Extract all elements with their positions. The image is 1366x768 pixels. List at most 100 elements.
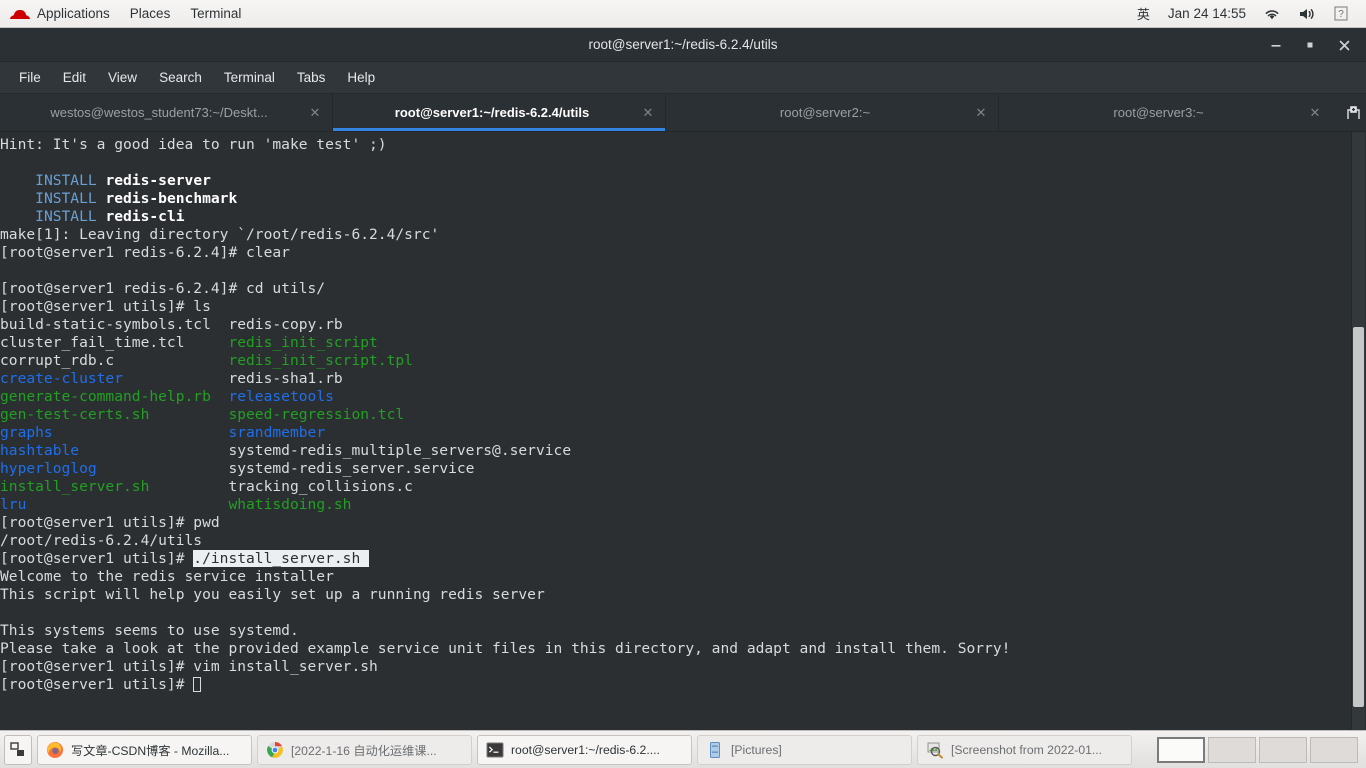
terminal-text-span: hyperloglog [0,460,97,477]
tab-close-icon[interactable]: ✕ [635,105,661,121]
taskbar-item-chrome[interactable]: [2022-1-16 自动化运维课... [257,734,472,765]
input-method-label: 英 [1136,7,1150,22]
taskbar-item-terminal[interactable]: root@server1:~/redis-6.2.... [477,734,692,765]
tab-close-icon[interactable]: ✕ [1302,105,1328,121]
terminal-line: [root@server1 utils]# ./install_server.s… [0,550,1340,568]
terminal-text-span: systemd-redis_multiple_servers@.service [79,442,572,459]
tab-server3[interactable]: root@server3:~ ✕ [999,94,1332,131]
tab-label: westos@westos_student73:~/Deskt... [50,105,268,120]
bottom-taskbar: 写文章-CSDN博客 - Mozilla... [2022-1-16 自动化运维… [0,730,1366,768]
minimize-button[interactable] [1260,31,1292,59]
terminal-line: Hint: It's a good idea to run 'make test… [0,136,1340,154]
places-menu[interactable]: Places [120,0,181,27]
show-desktop-icon[interactable] [4,734,32,765]
new-tab-icon[interactable] [1340,100,1366,126]
input-method-indicator[interactable]: 英 [1129,4,1158,23]
window-title: root@server1:~/redis-6.2.4/utils [588,37,778,52]
menu-view[interactable]: View [97,66,148,89]
tab-label: root@server3:~ [1113,105,1204,120]
tab-server2[interactable]: root@server2:~ ✕ [666,94,999,131]
gnome-panel-menus: Applications Places Terminal [0,0,251,27]
terminal-text-span [211,388,229,405]
help-icon[interactable]: ? [1326,6,1356,21]
terminal-text-span [53,424,229,441]
svg-text:?: ? [1338,9,1344,20]
terminal-text-span: systemd-redis_server.service [96,460,475,477]
terminal-line: hashtable systemd-redis_multiple_servers… [0,442,1340,460]
terminal-line: hyperloglog systemd-redis_server.service [0,460,1340,478]
close-button[interactable] [1328,31,1360,59]
terminal-text-span: gen-test-certs.sh [0,406,150,423]
terminal-line: gen-test-certs.sh speed-regression.tcl [0,406,1340,424]
scrollbar-thumb[interactable] [1353,327,1364,707]
tab-bar: westos@westos_student73:~/Deskt... ✕ roo… [0,94,1366,132]
terminal-text-span: [root@server1 utils]# vim install_server… [0,658,378,675]
taskbar-item-label: 写文章-CSDN博客 - Mozilla... [71,743,230,758]
window-controls [1260,28,1360,62]
places-menu-label: Places [129,6,171,21]
tab-bar-actions [1332,94,1366,131]
terminal-text-span: graphs [0,424,53,441]
menu-search[interactable]: Search [148,66,213,89]
terminal-line: This script will help you easily set up … [0,586,1340,604]
menu-tabs[interactable]: Tabs [286,66,337,89]
clock[interactable]: Jan 24 14:55 [1160,6,1254,21]
clock-label: Jan 24 14:55 [1167,6,1246,21]
terminal-text-span: srandmember [228,424,326,441]
menu-edit[interactable]: Edit [52,66,97,89]
terminal-line: Welcome to the redis service installer [0,568,1340,586]
applications-menu[interactable]: Applications [0,0,120,27]
terminal-app-menu[interactable]: Terminal [180,0,251,27]
terminal-text-span [0,172,35,189]
terminal-text-span: redis-cli [105,208,185,225]
terminal-output-area[interactable]: Hint: It's a good idea to run 'make test… [0,132,1366,730]
terminal-text-span: [root@server1 redis-6.2.4]# clear [0,244,290,261]
terminal-text-span: INSTALL [35,190,106,207]
tab-label: root@server2:~ [779,105,871,120]
workspace-4[interactable] [1310,736,1358,763]
terminal-text-span: [root@server1 utils]# [0,550,194,567]
terminal-line: [root@server1 utils]# ls [0,298,1340,316]
maximize-button[interactable] [1294,31,1326,59]
terminal-line: [root@server1 utils]# vim install_server… [0,658,1340,676]
workspace-1[interactable] [1157,736,1205,763]
terminal-line: This systems seems to use systemd. [0,622,1340,640]
tab-close-icon[interactable]: ✕ [302,105,328,121]
taskbar-item-screenshot[interactable]: [Screenshot from 2022-01... [917,734,1132,765]
terminal-window: root@server1:~/redis-6.2.4/utils File Ed… [0,28,1366,730]
taskbar-item-label: root@server1:~/redis-6.2.... [511,742,660,757]
menu-file[interactable]: File [8,66,52,89]
terminal-line: graphs srandmember [0,424,1340,442]
wifi-icon[interactable] [1256,7,1288,21]
taskbar-item-pictures[interactable]: [Pictures] [697,734,912,765]
volume-icon[interactable] [1290,7,1324,21]
terminal-line: lru whatisdoing.sh [0,496,1340,514]
terminal-text-span: redis-benchmark [105,190,238,207]
terminal-text-span: corrupt_rdb.c [0,352,229,369]
tab-server1-utils[interactable]: root@server1:~/redis-6.2.4/utils ✕ [333,94,666,131]
terminal-text-span: Welcome to the redis service installer [0,568,334,585]
terminal-scrollbar[interactable] [1351,132,1366,730]
menu-bar: File Edit View Search Terminal Tabs Help [0,62,1366,94]
terminal-line: INSTALL redis-benchmark [0,190,1340,208]
selected-command-text: ./install_server.sh [193,550,370,567]
terminal-text-span: [root@server1 utils]# pwd [0,514,220,531]
window-titlebar: root@server1:~/redis-6.2.4/utils [0,28,1366,62]
tab-westos-desktop[interactable]: westos@westos_student73:~/Deskt... ✕ [0,94,333,131]
workspace-3[interactable] [1259,736,1307,763]
terminal-text-span: INSTALL [35,172,106,189]
terminal-line: build-static-symbols.tcl redis-copy.rb [0,316,1340,334]
terminal-line: [root@server1 redis-6.2.4]# clear [0,244,1340,262]
gnome-panel-status-area: 英 Jan 24 14:55 ? [1129,4,1366,23]
terminal-text-span: install_server.sh [0,478,150,495]
menu-help[interactable]: Help [336,66,386,89]
workspace-2[interactable] [1208,736,1256,763]
terminal-line: [root@server1 utils]# pwd [0,514,1340,532]
tab-close-icon[interactable]: ✕ [968,105,994,121]
taskbar-item-firefox[interactable]: 写文章-CSDN博客 - Mozilla... [37,734,252,765]
terminal-line: /root/redis-6.2.4/utils [0,532,1340,550]
taskbar-item-label: [2022-1-16 自动化运维课... [291,743,437,758]
menu-terminal[interactable]: Terminal [213,66,286,89]
terminal-text-span: make[1]: Leaving directory `/root/redis-… [0,226,440,243]
terminal-line: generate-command-help.rb releasetools [0,388,1340,406]
